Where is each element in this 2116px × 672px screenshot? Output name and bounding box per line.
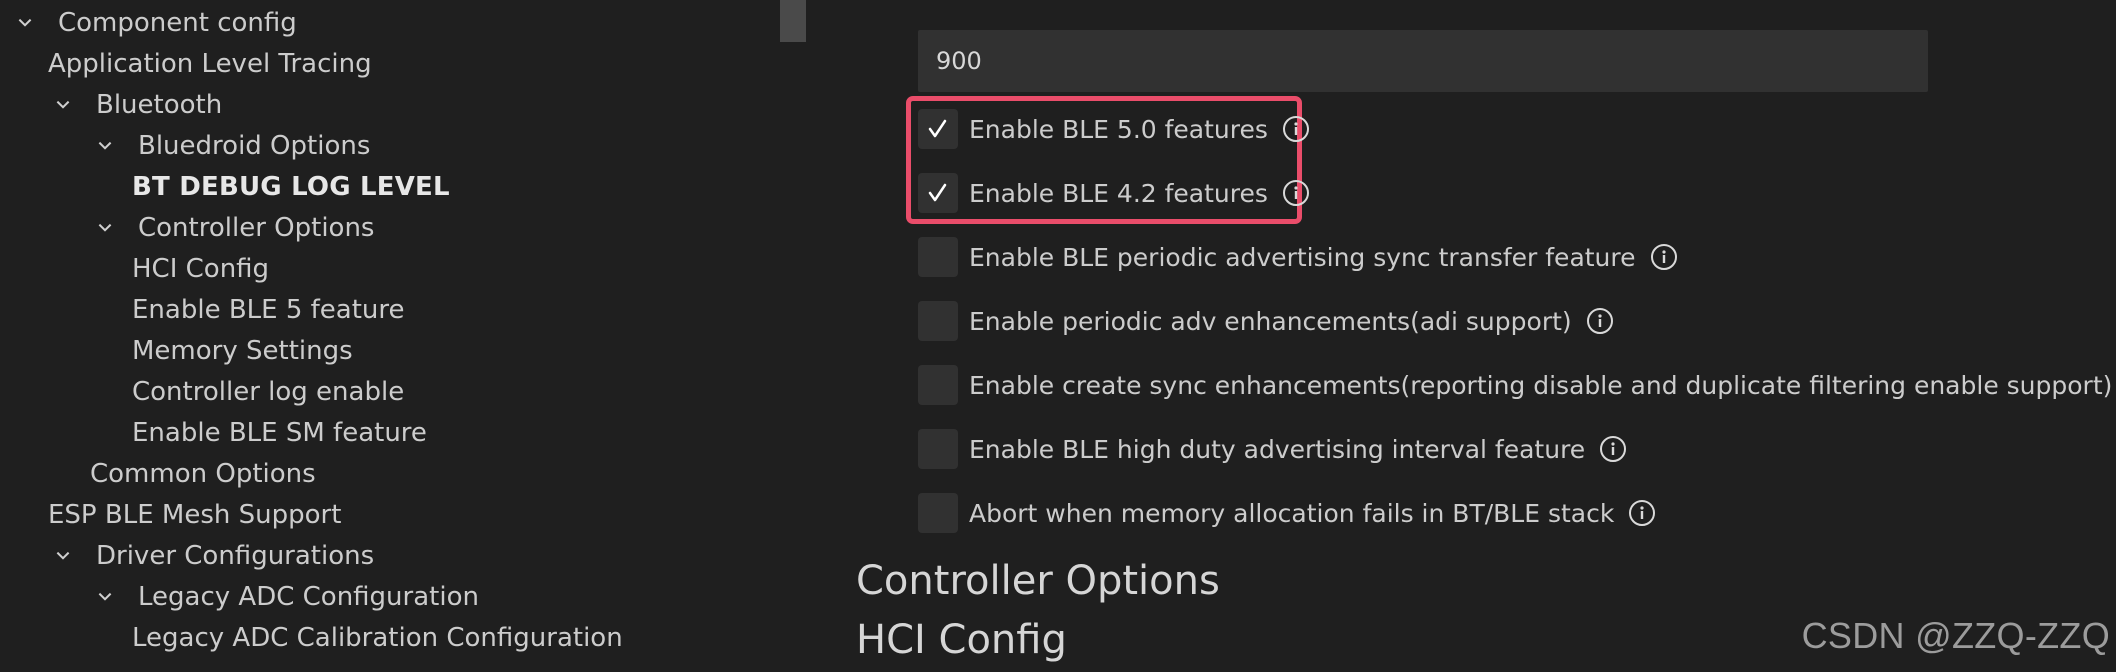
tree-item-memory-settings[interactable]: Memory Settings xyxy=(132,331,353,371)
info-icon[interactable] xyxy=(1649,242,1679,272)
setting-label: Enable BLE 4.2 features xyxy=(969,178,1268,208)
tree-item-legacy-adc-configuration[interactable]: Legacy ADC Configuration xyxy=(90,577,479,617)
chevron-down-icon xyxy=(48,541,78,571)
setting-enable-create-sync-enhancements[interactable]: Enable create sync enhancements(reportin… xyxy=(918,363,2116,407)
tree-item-application-level-tracing[interactable]: Application Level Tracing xyxy=(48,44,372,84)
info-icon[interactable] xyxy=(1281,114,1311,144)
tree-item-label: Memory Settings xyxy=(132,336,353,366)
setting-enable-periodic-adv-enhancements[interactable]: Enable periodic adv enhancements(adi sup… xyxy=(918,299,1615,343)
tree-item-esp-ble-mesh-support[interactable]: ESP BLE Mesh Support xyxy=(48,495,341,535)
tree-item-label: BT DEBUG LOG LEVEL xyxy=(132,172,450,202)
settings-tree: Component config Application Level Traci… xyxy=(0,0,806,672)
tree-item-enable-ble-sm-feature[interactable]: Enable BLE SM feature xyxy=(132,413,427,453)
tree-item-hci-config[interactable]: HCI Config xyxy=(132,249,269,289)
section-heading-hci-config: HCI Config xyxy=(856,617,1067,663)
setting-abort-when-memory-allocation-fails[interactable]: Abort when memory allocation fails in BT… xyxy=(918,491,1657,535)
watermark: CSDN @ZZQ-ZZQ xyxy=(1801,615,2110,656)
setting-label: Enable BLE periodic advertising sync tra… xyxy=(969,242,1636,272)
info-icon[interactable] xyxy=(1627,498,1657,528)
setting-label: Enable BLE high duty advertising interva… xyxy=(969,434,1586,464)
checkbox-unchecked[interactable] xyxy=(918,493,958,533)
scrollbar-thumb[interactable] xyxy=(780,0,806,42)
setting-label: Enable create sync enhancements(reportin… xyxy=(969,370,2113,400)
tree-item-label: Application Level Tracing xyxy=(48,49,372,79)
tree-item-label: Bluedroid Options xyxy=(138,131,371,161)
tree-item-label: Component config xyxy=(58,8,297,38)
info-icon[interactable] xyxy=(1281,178,1311,208)
setting-enable-ble-high-duty-advertising-interval-feature[interactable]: Enable BLE high duty advertising interva… xyxy=(918,427,1628,471)
info-icon[interactable] xyxy=(1585,306,1615,336)
setting-enable-ble-4-2-features[interactable]: Enable BLE 4.2 features xyxy=(918,171,1311,215)
tree-item-controller-log-enable[interactable]: Controller log enable xyxy=(132,372,404,412)
chevron-down-icon xyxy=(90,213,120,243)
checkbox-checked[interactable] xyxy=(918,109,958,149)
tree-item-bluetooth[interactable]: Bluetooth xyxy=(48,85,222,125)
check-icon xyxy=(928,183,947,202)
setting-label: Enable periodic adv enhancements(adi sup… xyxy=(969,306,1572,336)
chevron-down-icon xyxy=(90,582,120,612)
tree-item-label: Legacy ADC Configuration xyxy=(138,582,479,612)
tree-item-controller-options[interactable]: Controller Options xyxy=(90,208,374,248)
setting-enable-ble-5-0-features[interactable]: Enable BLE 5.0 features xyxy=(918,107,1311,151)
tree-item-legacy-adc-calibration-configuration[interactable]: Legacy ADC Calibration Configuration xyxy=(132,618,623,658)
tree-item-label: Common Options xyxy=(90,459,316,489)
tree-item-bluedroid-options[interactable]: Bluedroid Options xyxy=(90,126,370,166)
checkbox-unchecked[interactable] xyxy=(918,237,958,277)
number-input[interactable]: 900 xyxy=(918,30,1928,92)
tree-item-component-config[interactable]: Component config xyxy=(10,3,297,43)
tree-item-label: Controller Options xyxy=(138,213,375,243)
checkbox-checked[interactable] xyxy=(918,173,958,213)
chevron-down-icon xyxy=(48,90,78,120)
tree-item-label: Controller log enable xyxy=(132,377,405,407)
info-icon[interactable] xyxy=(1598,434,1628,464)
checkbox-unchecked[interactable] xyxy=(918,429,958,469)
tree-item-driver-configurations[interactable]: Driver Configurations xyxy=(48,536,374,576)
chevron-down-icon xyxy=(90,131,120,161)
tree-item-label: Enable BLE 5 feature xyxy=(132,295,405,325)
setting-label: Abort when memory allocation fails in BT… xyxy=(969,498,1615,528)
chevron-down-icon xyxy=(10,8,40,38)
section-heading-controller-options: Controller Options xyxy=(856,558,1220,604)
number-input-value: 900 xyxy=(936,47,982,75)
tree-item-common-options[interactable]: Common Options xyxy=(90,454,316,494)
tree-item-label: ESP BLE Mesh Support xyxy=(48,500,342,530)
checkbox-unchecked[interactable] xyxy=(918,301,958,341)
tree-item-enable-ble-5-feature[interactable]: Enable BLE 5 feature xyxy=(132,290,405,330)
tree-item-label: Bluetooth xyxy=(96,90,223,120)
setting-label: Enable BLE 5.0 features xyxy=(969,114,1268,144)
tree-item-label: Legacy ADC Calibration Configuration xyxy=(132,623,623,653)
setting-enable-ble-periodic-advertising-sync-transfer-feature[interactable]: Enable BLE periodic advertising sync tra… xyxy=(918,235,1679,279)
tree-item-label: Enable BLE SM feature xyxy=(132,418,427,448)
app-window: Component config Application Level Traci… xyxy=(0,0,2116,672)
tree-item-label: HCI Config xyxy=(132,254,270,284)
checkbox-unchecked[interactable] xyxy=(918,365,958,405)
check-icon xyxy=(928,119,947,138)
tree-item-label: Driver Configurations xyxy=(96,541,375,571)
settings-pane: 900 Enable BLE 5.0 features Enable BLE 4… xyxy=(806,0,2116,672)
tree-item-bt-debug-log-level[interactable]: BT DEBUG LOG LEVEL xyxy=(132,167,450,207)
